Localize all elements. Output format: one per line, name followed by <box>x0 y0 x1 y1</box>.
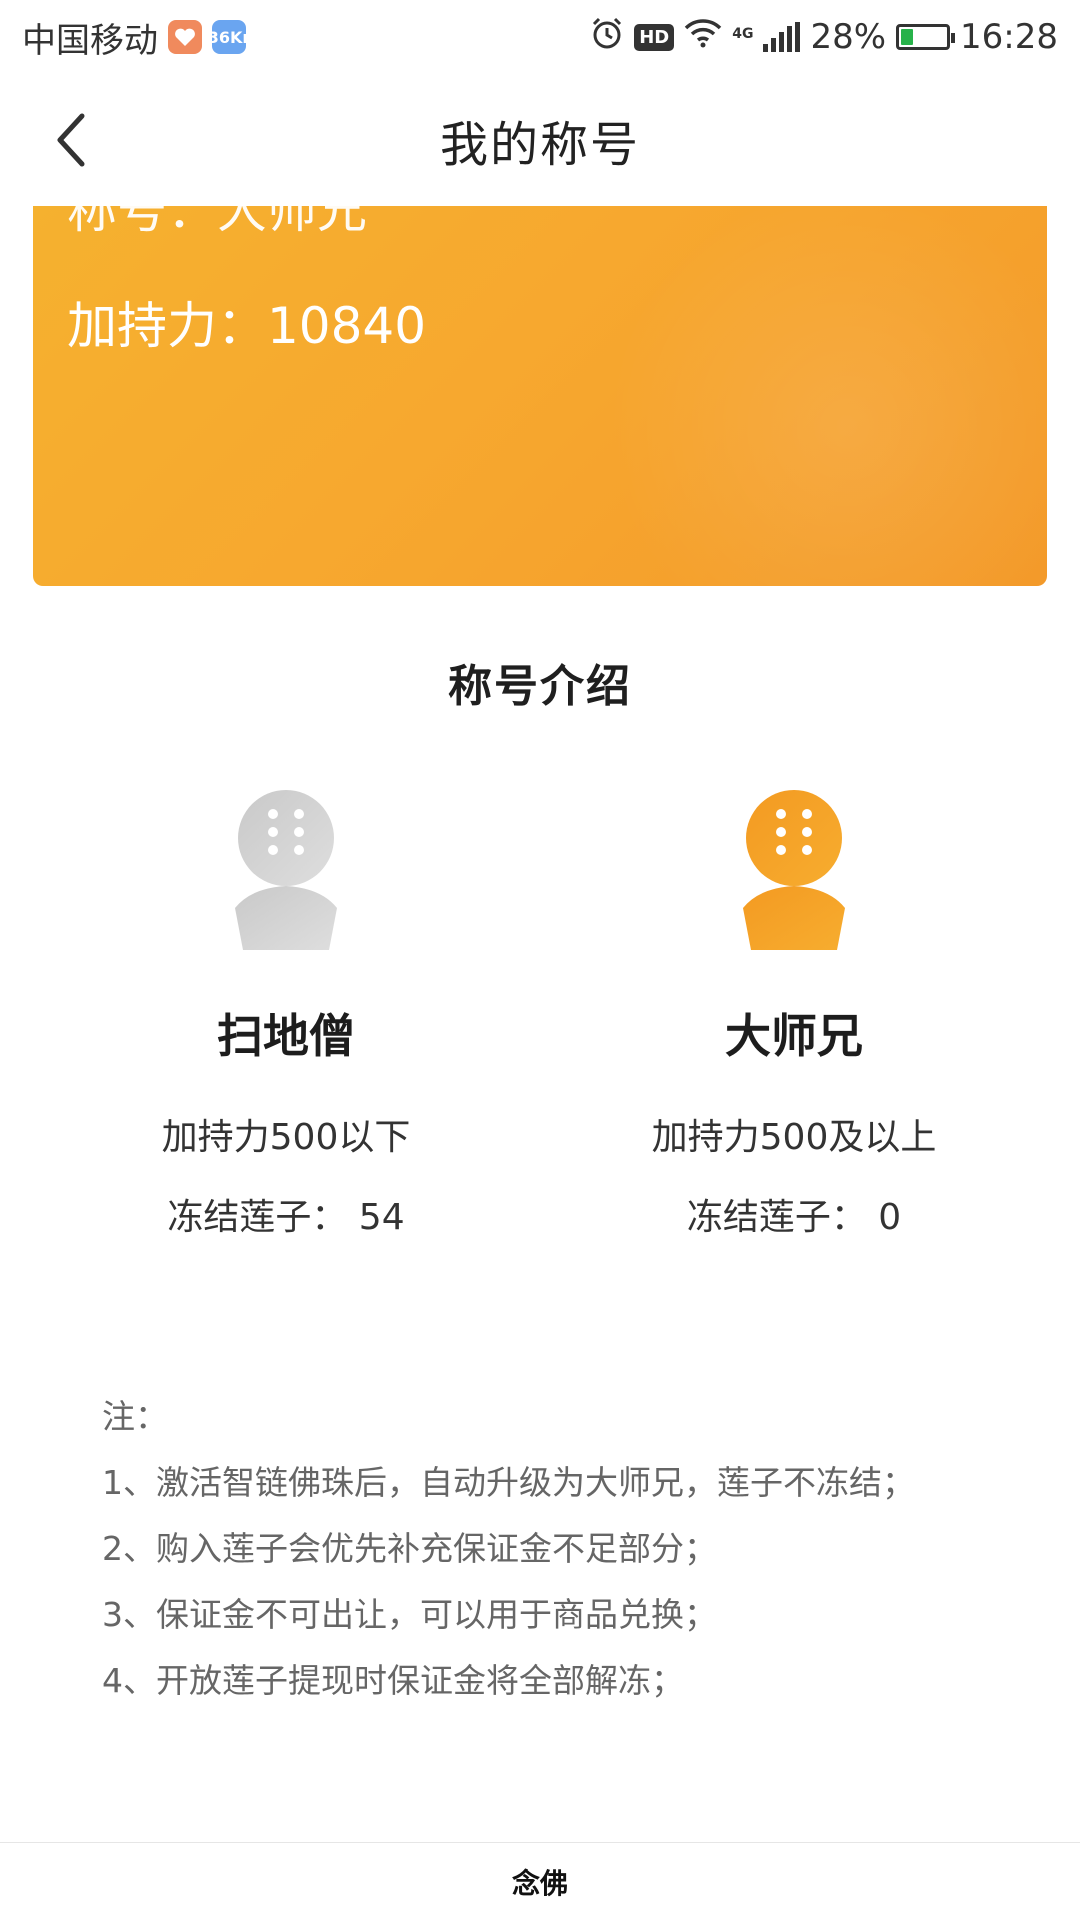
36kr-icon: 36Kr <box>208 20 250 54</box>
hd-badge: HD <box>634 23 675 51</box>
status-bar-left: 中国移动 36Kr <box>22 13 250 62</box>
rank-card-sweeping-monk: 扫地僧 加持力500以下 冻结莲子： 54 <box>76 790 496 1240</box>
back-button[interactable] <box>40 108 100 172</box>
signal-icon <box>763 22 801 52</box>
battery-percent: 28% <box>810 17 887 57</box>
rank-card-senior-brother: 大师兄 加持力500及以上 冻结莲子： 0 <box>584 790 1004 1240</box>
status-bar: 中国移动 36Kr HD 4G 28% 16:28 <box>0 0 1080 74</box>
page-title: 我的称号 <box>439 117 640 173</box>
bottom-bar: 念佛 <box>0 1842 1080 1920</box>
wifi-icon <box>684 17 722 57</box>
current-title-card: 称号：大师兄 加持力：10840 <box>33 206 1047 586</box>
blessing-power: 加持力：10840 <box>67 297 427 355</box>
clock: 16:28 <box>960 17 1058 57</box>
note-item: 2、购入莲子会优先补充保证金不足部分； <box>102 1529 717 1568</box>
note-item: 1、激活智链佛珠后，自动升级为大师兄，莲子不冻结； <box>102 1463 915 1502</box>
network-type: 4G <box>732 25 754 42</box>
chant-button[interactable]: 念佛 <box>512 1862 568 1902</box>
carrier-name: 中国移动 <box>22 20 158 61</box>
note-item: 3、保证金不可出让，可以用于商品兑换； <box>102 1595 717 1634</box>
battery-fill <box>901 29 914 45</box>
rank-requirement: 加持力500以下 <box>161 1117 411 1158</box>
rank-name: 扫地僧 <box>217 1009 355 1063</box>
note-item: 4、开放莲子提现时保证金将全部解冻； <box>102 1661 684 1700</box>
rank-name: 大师兄 <box>725 1009 863 1063</box>
battery-icon <box>896 24 956 50</box>
health-icon <box>168 20 202 54</box>
status-bar-right: HD 4G 28% 16:28 <box>590 16 1058 59</box>
rank-frozen-lotus: 冻结莲子： 0 <box>686 1197 902 1238</box>
monk-orange-icon <box>743 790 845 950</box>
chevron-left-icon <box>57 113 85 167</box>
nav-bar: 我的称号 <box>0 74 1080 206</box>
rank-requirement: 加持力500及以上 <box>651 1117 937 1158</box>
intro-heading: 称号介绍 <box>448 661 632 712</box>
current-title: 称号：大师兄 <box>67 206 367 239</box>
rank-frozen-lotus: 冻结莲子： 54 <box>167 1197 405 1238</box>
notes-label: 注： <box>102 1397 168 1436</box>
notes-section: 注： 1、激活智链佛珠后，自动升级为大师兄，莲子不冻结； 2、购入莲子会优先补充… <box>102 1384 1022 1714</box>
monk-gray-icon <box>235 790 337 950</box>
alarm-icon <box>590 16 624 59</box>
screen: 中国移动 36Kr HD 4G 28% 16:28 我的称号 称号：大师兄 加持… <box>0 0 1080 1920</box>
card-glow <box>587 206 1047 586</box>
